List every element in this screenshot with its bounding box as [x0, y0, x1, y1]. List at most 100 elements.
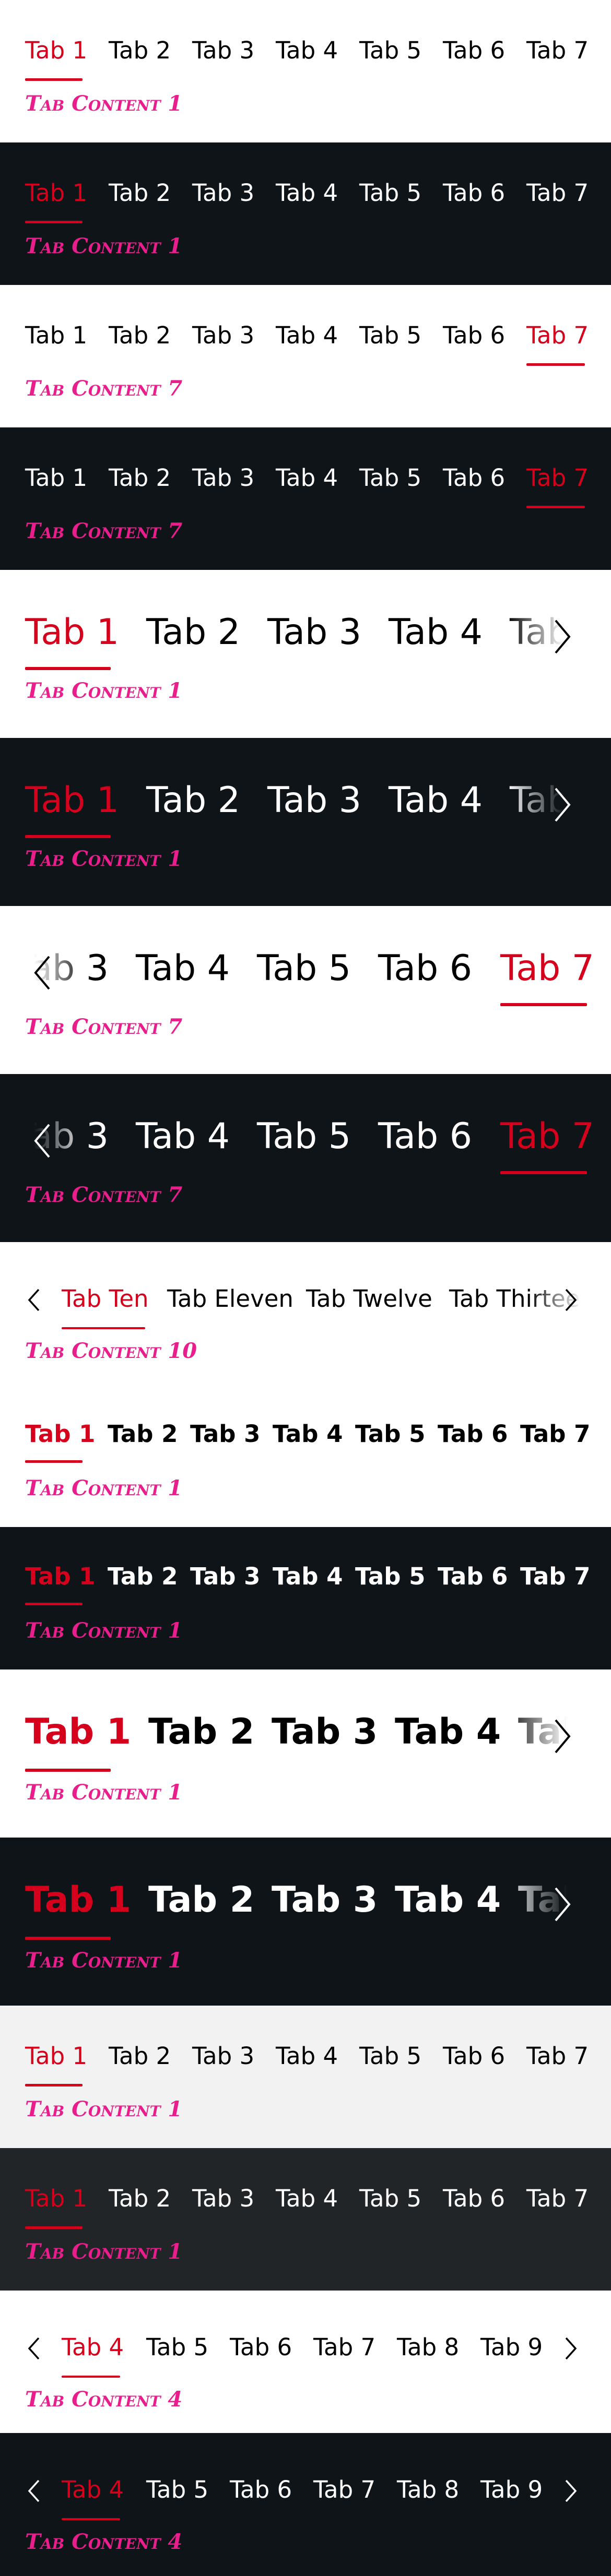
tab-7[interactable]: Tab 7 — [520, 1563, 590, 1590]
tab-ten[interactable]: Tab Ten — [62, 1285, 149, 1313]
tab-7[interactable]: Tab 7 — [520, 1420, 590, 1448]
tab-3[interactable]: Tab 3 — [267, 780, 361, 821]
tab-7[interactable]: Tab 7 — [526, 321, 589, 349]
chevron-left-icon[interactable] — [32, 955, 53, 991]
tab-2[interactable]: Tab 2 — [108, 1563, 178, 1590]
tab-5[interactable]: Tab 5 — [355, 1420, 425, 1448]
tab-5[interactable]: Tab 5 — [359, 179, 421, 207]
tab-4[interactable]: Tab 4 — [276, 321, 338, 349]
tab-6[interactable]: Tab 6 — [443, 37, 505, 64]
tab-4[interactable]: Tab 4 — [389, 780, 483, 821]
tab-2[interactable]: Tab 2 — [109, 2185, 171, 2212]
tab-3[interactable]: Tab 3 — [190, 1420, 260, 1448]
tab-7[interactable]: Tab 7 — [526, 2042, 589, 2070]
chevron-left-icon[interactable] — [27, 2336, 41, 2360]
tab-4[interactable]: Tab 4 — [276, 464, 338, 492]
chevron-right-icon[interactable] — [551, 1886, 572, 1923]
tab-1[interactable]: Tab 1 — [25, 612, 119, 653]
tab-4[interactable]: Tab 4 — [136, 1116, 230, 1157]
tab-5[interactable]: Tab 5 — [257, 1116, 351, 1157]
tab-5[interactable]: Tab 5 — [359, 2185, 421, 2212]
tab-2[interactable]: Tab 2 — [108, 1420, 178, 1448]
tab-6[interactable]: Tab 6 — [378, 1116, 472, 1157]
tab-4[interactable]: Tab 4 — [62, 2333, 124, 2361]
tab-7[interactable]: Tab 7 — [500, 1116, 594, 1157]
tab-4[interactable]: Tab 4 — [389, 612, 483, 653]
tab-1[interactable]: Tab 1 — [25, 1711, 131, 1752]
tab-4[interactable]: Tab 4 — [276, 37, 338, 64]
tab-2[interactable]: Tab 2 — [109, 464, 171, 492]
tab-1[interactable]: Tab 1 — [25, 321, 87, 349]
tab-4[interactable]: Tab 4 — [276, 2042, 338, 2070]
tab-3[interactable]: Tab 3 — [192, 179, 254, 207]
tab-7[interactable]: Tab 7 — [313, 2333, 375, 2361]
tab-7[interactable]: Tab 7 — [526, 2185, 589, 2212]
tab-8[interactable]: Tab 8 — [397, 2476, 459, 2503]
chevron-right-icon[interactable] — [551, 618, 572, 655]
tab-5[interactable]: Tab 5 — [359, 464, 421, 492]
tab-eleven[interactable]: Tab Eleven — [167, 1285, 293, 1313]
tab-1[interactable]: Tab 1 — [25, 179, 87, 207]
tab-1[interactable]: Tab 1 — [25, 2185, 87, 2212]
tab-9[interactable]: Tab 9 — [480, 2333, 543, 2361]
chevron-left-icon[interactable] — [27, 2479, 41, 2503]
tab-6[interactable]: Tab 6 — [443, 464, 505, 492]
tab-3[interactable]: Tab 3 — [192, 2042, 254, 2070]
tab-4[interactable]: Tab 4 — [62, 2476, 124, 2503]
tab-6[interactable]: Tab 6 — [443, 321, 505, 349]
tab-3[interactable]: Tab 3 — [192, 321, 254, 349]
tab-4[interactable]: Tab 4 — [395, 1879, 501, 1921]
tab-7[interactable]: Tab 7 — [526, 464, 589, 492]
tab-2[interactable]: Tab 2 — [148, 1879, 254, 1921]
tab-4[interactable]: Tab 4 — [273, 1420, 343, 1448]
chevron-right-icon[interactable] — [564, 1288, 578, 1312]
tab-1[interactable]: Tab 1 — [25, 2042, 87, 2070]
tab-5[interactable]: Tab 5 — [355, 1563, 425, 1590]
tab-7[interactable]: Tab 7 — [500, 948, 594, 989]
chevron-right-icon[interactable] — [551, 1718, 572, 1755]
tab-6[interactable]: Tab 6 — [443, 2042, 505, 2070]
tab-5[interactable]: Tab 5 — [359, 2042, 421, 2070]
tab-7[interactable]: Tab 7 — [526, 179, 589, 207]
tab-3[interactable]: Tab 3 — [192, 464, 254, 492]
tab-5[interactable]: Tab 5 — [257, 948, 351, 989]
tab-4[interactable]: Tab 4 — [273, 1563, 343, 1590]
tab-3[interactable]: Tab 3 — [272, 1879, 378, 1921]
tab-4[interactable]: Tab 4 — [276, 2185, 338, 2212]
tab-1[interactable]: Tab 1 — [25, 1563, 95, 1590]
tab-7[interactable]: Tab 7 — [313, 2476, 375, 2503]
tab-2[interactable]: Tab 2 — [146, 780, 240, 821]
chevron-right-icon[interactable] — [564, 2336, 578, 2360]
tab-3[interactable]: Tab 3 — [192, 2185, 254, 2212]
tab-9[interactable]: Tab 9 — [480, 2476, 543, 2503]
tab-1[interactable]: Tab 1 — [25, 780, 119, 821]
tab-5[interactable]: Tab 5 — [146, 2476, 208, 2503]
tab-6[interactable]: Tab 6 — [438, 1420, 508, 1448]
tab-4[interactable]: Tab 4 — [395, 1711, 501, 1752]
tab-2[interactable]: Tab 2 — [109, 321, 171, 349]
tab-1[interactable]: Tab 1 — [25, 37, 87, 64]
chevron-right-icon[interactable] — [564, 2479, 578, 2503]
tab-2[interactable]: Tab 2 — [146, 612, 240, 653]
tab-2[interactable]: Tab 2 — [148, 1711, 254, 1752]
tab-3[interactable]: Tab 3 — [267, 612, 361, 653]
tab-1[interactable]: Tab 1 — [25, 1420, 95, 1448]
tab-2[interactable]: Tab 2 — [109, 37, 171, 64]
tab-5[interactable]: Tab 5 — [359, 37, 421, 64]
tab-1[interactable]: Tab 1 — [25, 1879, 131, 1921]
tab-6[interactable]: Tab 6 — [443, 2185, 505, 2212]
tab-5[interactable]: Tab 5 — [359, 321, 421, 349]
tab-4[interactable]: Tab 4 — [136, 948, 230, 989]
tab-2[interactable]: Tab 2 — [109, 2042, 171, 2070]
tab-6[interactable]: Tab 6 — [378, 948, 472, 989]
tab-6[interactable]: Tab 6 — [230, 2333, 292, 2361]
tab-1[interactable]: Tab 1 — [25, 464, 87, 492]
tab-3[interactable]: Tab 3 — [192, 37, 254, 64]
tab-5[interactable]: Tab 5 — [146, 2333, 208, 2361]
tab-4[interactable]: Tab 4 — [276, 179, 338, 207]
chevron-right-icon[interactable] — [551, 786, 572, 823]
tab-twelve[interactable]: Tab Twelve — [306, 1285, 432, 1313]
tab-6[interactable]: Tab 6 — [438, 1563, 508, 1590]
tab-6[interactable]: Tab 6 — [230, 2476, 292, 2503]
tab-6[interactable]: Tab 6 — [443, 179, 505, 207]
